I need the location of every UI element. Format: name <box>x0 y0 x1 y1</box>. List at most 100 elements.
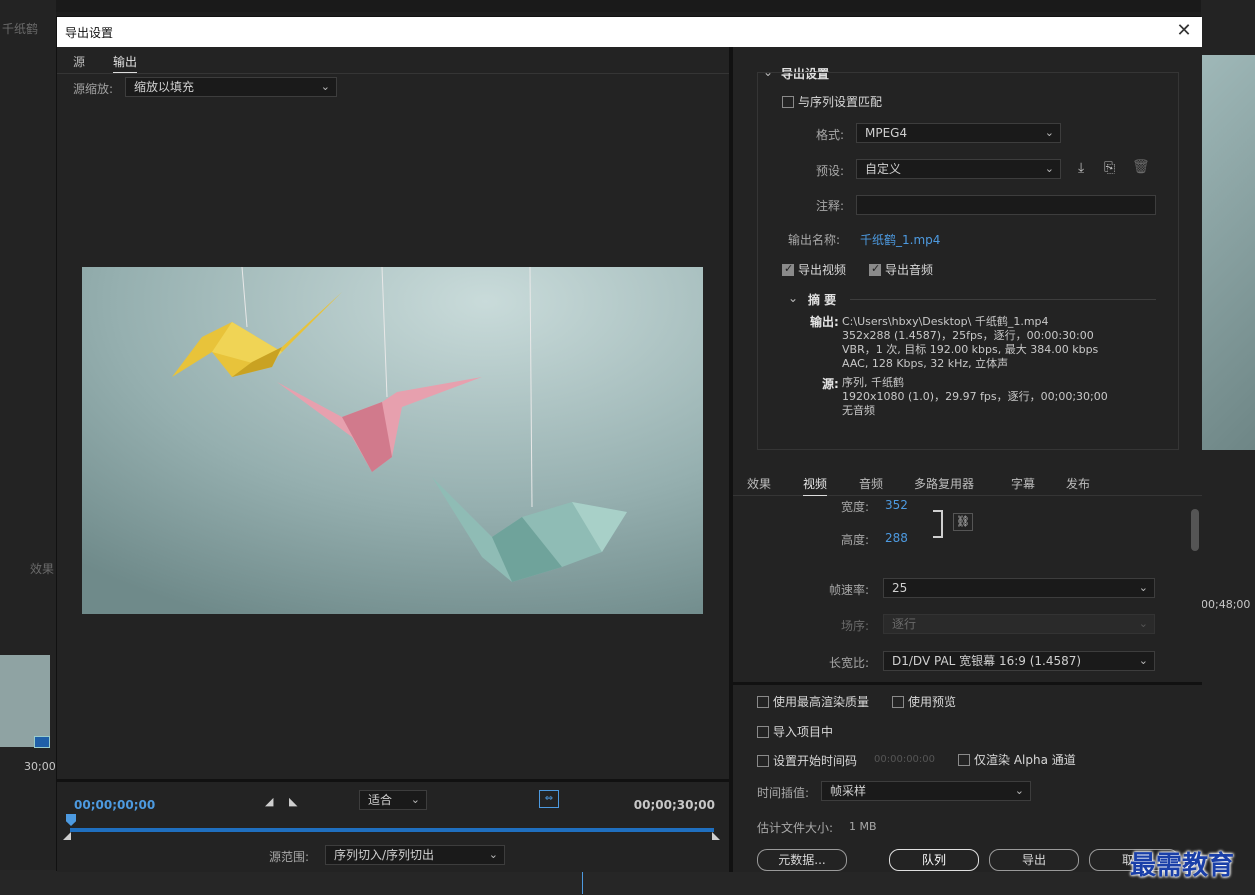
chevron-down-icon[interactable]: ⌄ <box>788 291 798 305</box>
source-range-label: 源范围: <box>269 850 310 864</box>
app-left-panel: 千纸鹤 效果 30;00 <box>0 0 56 895</box>
tab-output[interactable]: 输出 <box>113 53 138 73</box>
link-bracket <box>933 510 943 538</box>
playhead-line <box>582 872 583 894</box>
tab-source[interactable]: 源 <box>73 53 85 70</box>
in-point-marker[interactable] <box>63 832 71 840</box>
chevron-down-icon: ⌄ <box>320 80 330 93</box>
chevron-down-icon: ⌄ <box>1044 126 1054 139</box>
set-out-point-icon[interactable]: ◣ <box>289 795 297 808</box>
use-preview-checkbox[interactable]: 使用预览 <box>892 693 956 710</box>
fps-label: 帧速率: <box>829 583 870 597</box>
summary-output-line: AAC, 128 Kbps, 32 kHz, 立体声 <box>842 357 1009 370</box>
width-value[interactable]: 352 <box>885 498 908 512</box>
start-timecode-checkbox[interactable]: 设置开始时间码 <box>757 752 857 769</box>
source-scale-select[interactable]: 缩放以填充 ⌄ <box>125 77 337 97</box>
field-order-label: 场序: <box>841 619 870 633</box>
save-preset-icon[interactable]: ⤓ <box>1078 160 1084 176</box>
checkbox-icon <box>782 96 794 108</box>
chevron-down-icon: ⌄ <box>1044 162 1054 175</box>
est-size-label: 估计文件大小: <box>757 821 834 835</box>
checkbox-icon <box>757 726 769 738</box>
est-size-value: 1 MB <box>849 820 877 833</box>
tab-captions[interactable]: 字幕 <box>1011 475 1035 492</box>
import-project-checkbox[interactable]: 导入项目中 <box>757 723 833 740</box>
app-timeline-strip <box>0 870 1255 895</box>
tab-effects[interactable]: 效果 <box>747 475 771 492</box>
fps-select[interactable]: 25 ⌄ <box>883 578 1155 598</box>
aspect-correction-icon[interactable]: ⇔ <box>539 790 559 808</box>
time-range-track[interactable] <box>70 828 714 832</box>
settings-pane: ⌄ 导出设置 与序列设置匹配 格式: MPEG4 ⌄ 预设: 自定义 ⌄ ⤓ ⎘… <box>733 47 1202 872</box>
timecode-start[interactable]: 00;00;00;00 <box>74 798 155 812</box>
delete-preset-icon[interactable]: 🗑 <box>1132 159 1150 175</box>
export-button[interactable]: 导出 <box>989 849 1079 871</box>
export-video-label: 导出视频 <box>798 263 847 277</box>
bottom-divider <box>733 682 1202 685</box>
comment-label: 注释: <box>816 199 845 213</box>
sequence-title: 千纸鹤 <box>2 22 39 36</box>
summary-output-label: 输出: <box>810 315 839 329</box>
match-sequence-checkbox[interactable]: 与序列设置匹配 <box>782 93 882 110</box>
tab-multiplexer[interactable]: 多路复用器 <box>914 475 974 492</box>
origami-cranes-image <box>82 267 703 614</box>
set-in-point-icon[interactable]: ◢ <box>265 795 273 808</box>
height-value[interactable]: 288 <box>885 531 908 545</box>
clip-thumbnail[interactable] <box>0 655 50 747</box>
dialog-title: 导出设置 <box>65 26 114 40</box>
tab-audio[interactable]: 音频 <box>859 475 883 492</box>
chevron-down-icon: ⌄ <box>1138 617 1148 630</box>
effects-label: 效果 <box>30 562 55 576</box>
output-name-link[interactable]: 千纸鹤_1.mp4 <box>860 231 940 248</box>
fps-value: 25 <box>892 581 908 595</box>
summary-output-line: VBR，1 次, 目标 192.00 kbps, 最大 384.00 kbps <box>842 343 1099 356</box>
checkbox-icon <box>869 262 881 276</box>
summary-source-block: 序列, 千纸鹤 1920x1080 (1.0)，29.97 fps，逐行，00;… <box>842 376 1172 418</box>
fit-select[interactable]: 适合 ⌄ <box>359 790 427 810</box>
export-video-checkbox[interactable]: 导出视频 <box>782 261 846 278</box>
checkbox-icon <box>782 262 794 276</box>
export-audio-checkbox[interactable]: 导出音频 <box>869 261 933 278</box>
import-preset-icon[interactable]: ⎘ <box>1104 160 1115 176</box>
checkbox-icon <box>958 754 970 766</box>
settings-scrollbar[interactable] <box>1191 509 1199 551</box>
preset-label: 预设: <box>816 164 845 178</box>
aspect-label: 长宽比: <box>829 656 870 670</box>
interp-label: 时间插值: <box>757 786 810 800</box>
max-quality-label: 使用最高渲染质量 <box>773 695 870 709</box>
preview-timeline: 00;00;00;00 ◢ ◣ 适合 ⌄ ⇔ 00;00;30;00 源范围: … <box>57 779 729 872</box>
max-quality-checkbox[interactable]: 使用最高渲染质量 <box>757 693 869 710</box>
link-icon[interactable]: ⛓ <box>953 513 973 531</box>
close-icon[interactable]: ✕ <box>1174 20 1194 41</box>
metadata-button[interactable]: 元数据... <box>757 849 847 871</box>
start-timecode-value: 00:00:00:00 <box>874 754 936 765</box>
format-select[interactable]: MPEG4 ⌄ <box>856 123 1061 143</box>
timecode-end: 00;00;30;00 <box>633 798 715 812</box>
preview-pane: 源 输出 源缩放: 缩放以填充 ⌄ 00;00;00;00 ◢ ◣ 适合 ⌄ ⇔… <box>57 47 729 872</box>
out-point-marker[interactable] <box>712 832 720 840</box>
playhead-handle[interactable] <box>66 814 76 826</box>
tab-video[interactable]: 视频 <box>803 475 828 496</box>
comment-field[interactable] <box>856 195 1156 215</box>
export-settings-box: 与序列设置匹配 格式: MPEG4 ⌄ 预设: 自定义 ⌄ ⤓ ⎘ 🗑 注释: … <box>757 72 1179 450</box>
interp-select[interactable]: 帧采样 ⌄ <box>821 781 1031 801</box>
aspect-select[interactable]: D1/DV PAL 宽银幕 16:9 (1.4587) ⌄ <box>883 651 1155 671</box>
tab-publish[interactable]: 发布 <box>1066 475 1090 492</box>
summary-divider <box>850 299 1156 300</box>
tab-divider <box>57 73 729 74</box>
height-label: 高度: <box>841 533 870 547</box>
preset-select[interactable]: 自定义 ⌄ <box>856 159 1061 179</box>
summary-source-line: 1920x1080 (1.0)，29.97 fps，逐行，00;00;30;00 <box>842 390 1108 403</box>
summary-source-line: 序列, 千纸鹤 <box>842 376 904 389</box>
queue-button[interactable]: 队列 <box>889 849 979 871</box>
source-scale-value: 缩放以填充 <box>134 80 195 94</box>
export-settings-dialog: 导出设置 ✕ 源 输出 源缩放: 缩放以填充 ⌄ 00;00;00;00 ◢ ◣… <box>56 16 1202 872</box>
source-range-select[interactable]: 序列切入/序列切出 ⌄ <box>325 845 505 865</box>
chevron-down-icon: ⌄ <box>410 793 420 806</box>
import-project-label: 导入项目中 <box>773 725 834 739</box>
field-order-select: 逐行 ⌄ <box>883 614 1155 634</box>
format-label: 格式: <box>816 128 845 142</box>
alpha-only-checkbox[interactable]: 仅渲染 Alpha 通道 <box>958 751 1076 768</box>
chevron-down-icon: ⌄ <box>1138 581 1148 594</box>
checkbox-icon <box>892 696 904 708</box>
